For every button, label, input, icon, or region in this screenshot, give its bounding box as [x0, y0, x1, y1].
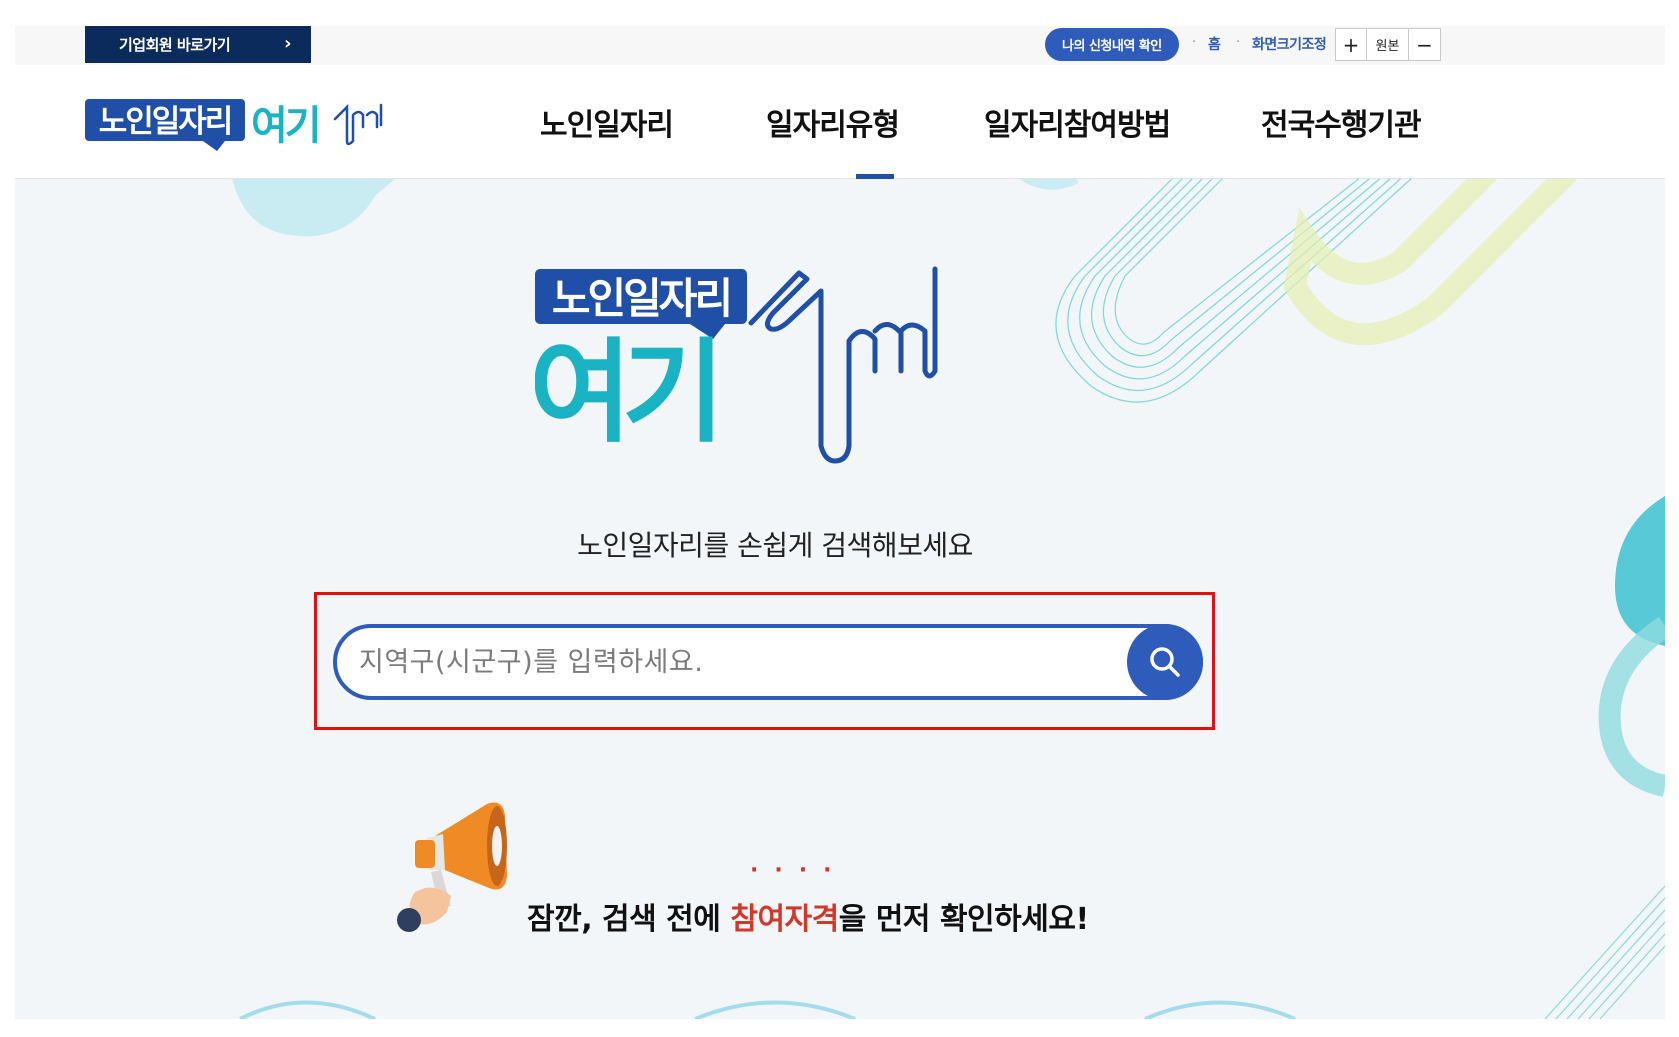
main-navigation: 노인일자리 일자리유형 일자리참여방법 전국수행기관: [540, 65, 1422, 179]
logo-text-bottom: 여기: [251, 103, 319, 149]
zoom-out-button[interactable]: −: [1409, 29, 1440, 60]
search-button[interactable]: [1127, 624, 1203, 700]
zoom-label: 화면크기조정: [1252, 37, 1327, 53]
corporate-member-link[interactable]: 기업회원 바로가기 ›: [85, 26, 311, 63]
nav-item-job-types[interactable]: 일자리유형: [766, 65, 984, 179]
corporate-member-label: 기업회원 바로가기: [119, 36, 231, 54]
hero-logo-text-top: 노인일자리: [552, 274, 730, 323]
zoom-controls: + 원본 −: [1335, 28, 1441, 61]
notice-text-post: 을 먼저 확인하세요!: [838, 902, 1089, 937]
emphasis-dots: ····: [750, 858, 848, 883]
nav-item-how-to-join[interactable]: 일자리참여방법: [984, 65, 1261, 179]
eligibility-link[interactable]: 참여자격: [730, 902, 839, 937]
separator-dot: ·: [1192, 35, 1197, 50]
my-application-button[interactable]: 나의 신청내역 확인: [1045, 28, 1179, 61]
home-link[interactable]: 홈: [1208, 34, 1221, 54]
logo-text-top: 노인일자리: [99, 104, 232, 140]
search-icon: [1150, 647, 1180, 677]
site-header: 노인일자리 여기 노인일자리 일자리유형 일자리참여방법 전국수행기관: [15, 65, 1665, 179]
site-logo[interactable]: 노인일자리 여기: [85, 97, 385, 153]
utility-bar: 기업회원 바로가기 › 나의 신청내역 확인 · 홈 · 화면크기조정 + 원본…: [15, 26, 1665, 65]
search-bar: [333, 624, 1203, 700]
hero-logo: 노인일자리 여기: [535, 266, 938, 464]
separator-dot: ·: [1236, 35, 1241, 50]
search-input[interactable]: [359, 640, 1089, 684]
nav-item-senior-jobs[interactable]: 노인일자리: [540, 65, 766, 179]
zoom-in-button[interactable]: +: [1336, 29, 1367, 60]
megaphone-icon: [397, 802, 507, 932]
zoom-reset-button[interactable]: 원본: [1367, 29, 1409, 60]
eligibility-notice: 잠깐, 검색 전에 참여자격을 먼저 확인하세요!: [527, 894, 1089, 938]
notice-text-pre: 잠깐, 검색 전에: [527, 902, 731, 937]
chevron-right-icon: ›: [284, 33, 291, 54]
page: 기업회원 바로가기 › 나의 신청내역 확인 · 홈 · 화면크기조정 + 원본…: [15, 26, 1665, 1019]
hero-logo-text-bottom: 여기: [535, 328, 715, 458]
hero-title: 노인일자리를 손쉽게 검색해보세요: [577, 529, 973, 562]
nav-item-agencies[interactable]: 전국수행기관: [1261, 65, 1422, 179]
